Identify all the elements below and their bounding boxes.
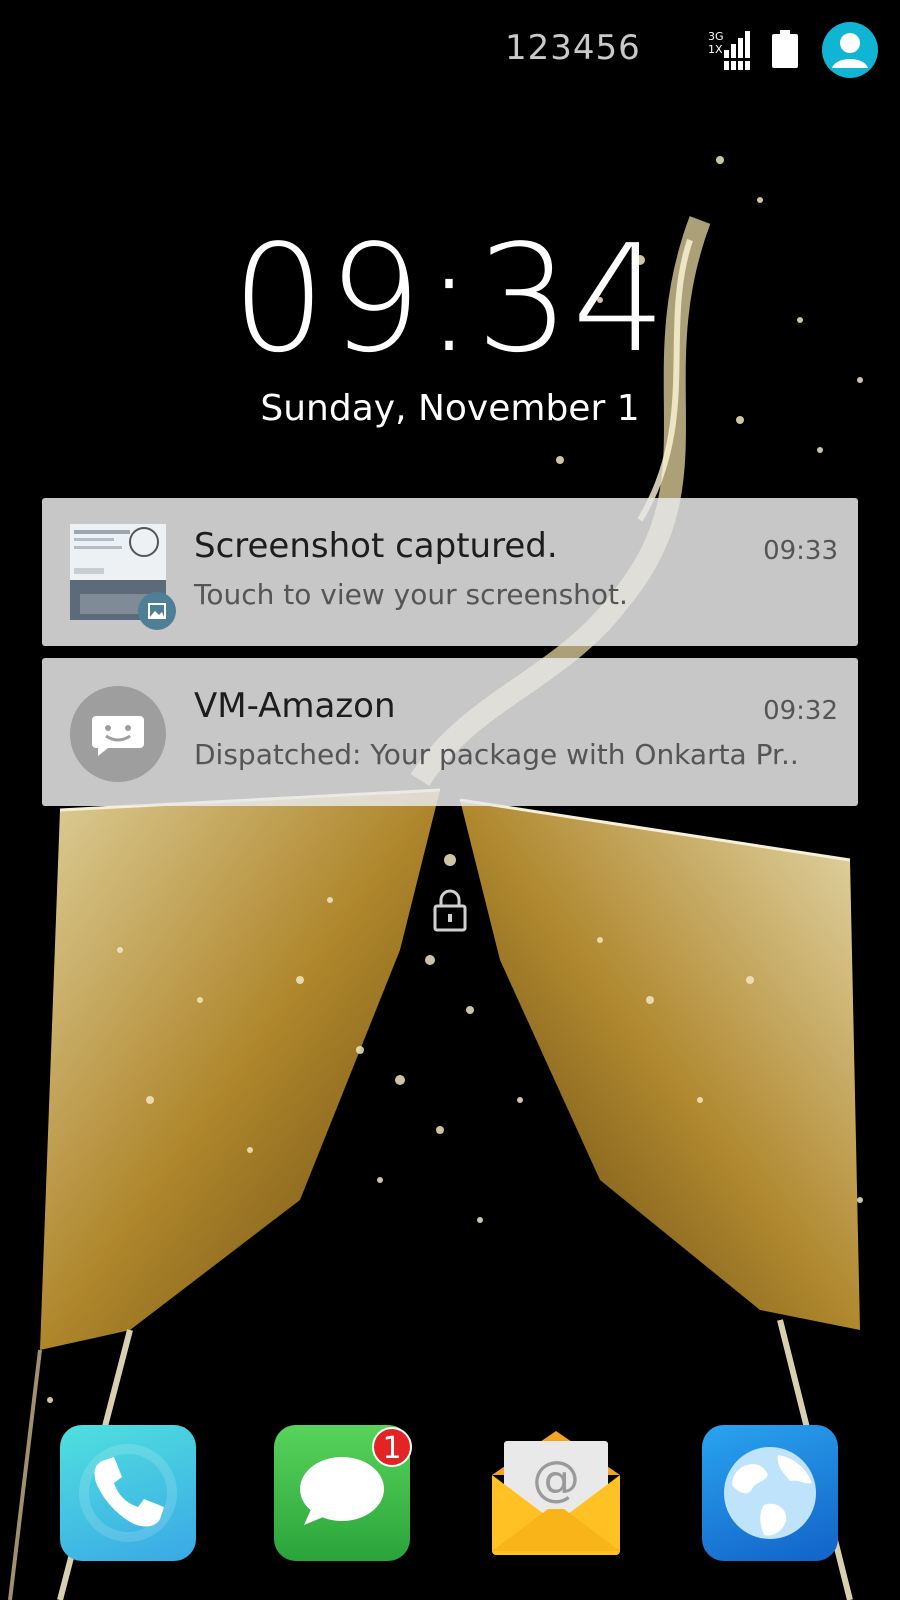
lock-icon[interactable] — [432, 888, 468, 932]
phone-icon[interactable] — [60, 1425, 196, 1561]
status-bar: 123456 3G 1X — [0, 0, 900, 100]
notification-body: Dispatched: Your package with Onkarta Pr… — [194, 738, 799, 771]
message-icon — [70, 686, 166, 782]
globe-icon[interactable] — [702, 1425, 838, 1561]
lockscreen-date: Sunday, November 1 — [260, 388, 640, 429]
gallery-badge-icon — [138, 592, 176, 630]
notification-time: 09:32 — [763, 696, 838, 726]
notification-time: 09:33 — [763, 536, 838, 566]
notification-title: VM-Amazon — [194, 686, 396, 726]
user-avatar-icon[interactable] — [822, 22, 878, 78]
notification-title: Screenshot captured. — [194, 526, 558, 566]
carrier-label: 123456 — [505, 28, 641, 68]
lockscreen-clock: 09:34 — [231, 213, 669, 385]
battery-icon — [772, 30, 798, 68]
notification-body: Touch to view your screenshot. — [194, 578, 628, 611]
signal-1x-label: 1X — [708, 43, 723, 56]
signal-3g-1x-icon: 3G 1X — [708, 30, 750, 70]
notification-sms[interactable]: VM-Amazon Dispatched: Your package with … — [42, 658, 858, 806]
email-envelope-icon[interactable]: @ — [488, 1425, 624, 1561]
svg-text:@: @ — [532, 1451, 580, 1507]
unread-badge: 1 — [372, 1427, 412, 1467]
signal-3g-label: 3G — [708, 30, 724, 43]
notification-screenshot[interactable]: Screenshot captured. Touch to view your … — [42, 498, 858, 646]
